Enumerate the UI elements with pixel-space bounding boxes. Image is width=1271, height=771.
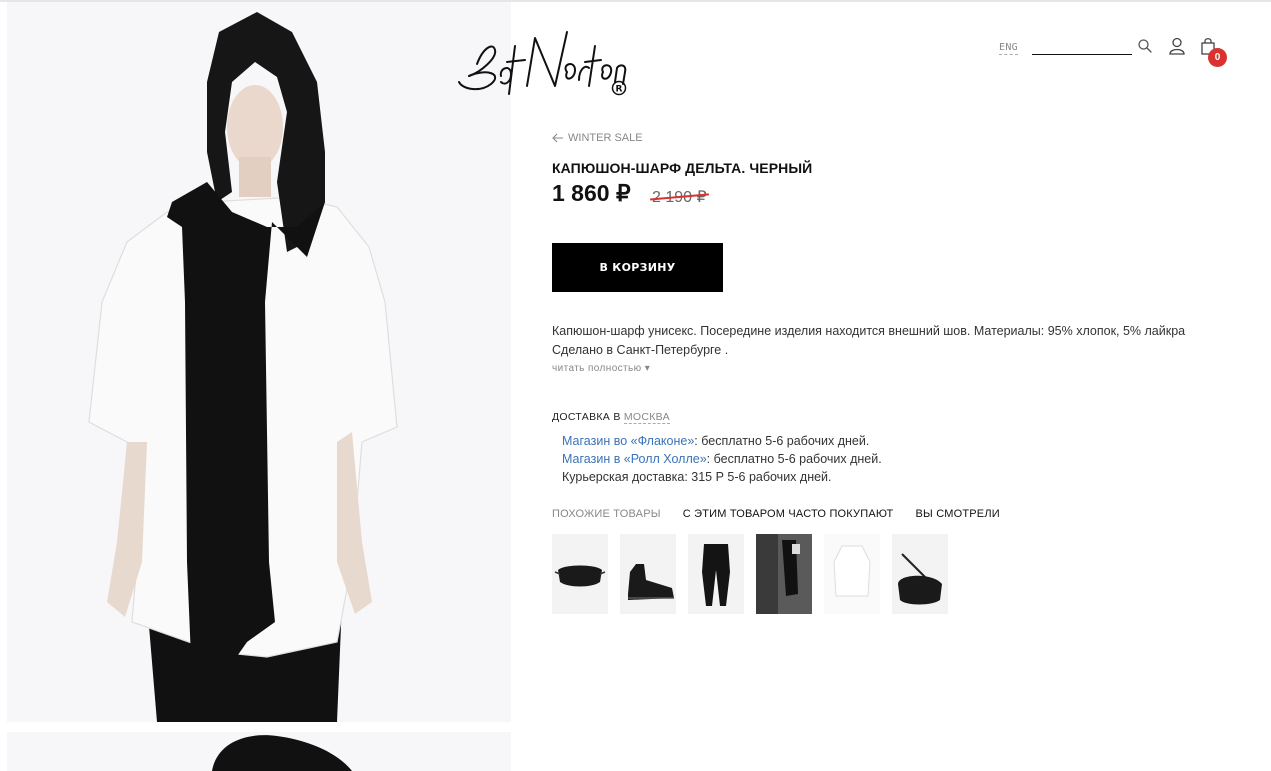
product-thumb-shirt[interactable] <box>824 534 880 614</box>
arrow-left-icon <box>552 133 563 143</box>
product-thumb-face-mask[interactable] <box>552 534 608 614</box>
product-thumb-arm-warmer[interactable] <box>756 534 812 614</box>
description-line: Капюшон-шарф унисекс. Посередине изделия… <box>552 324 1186 338</box>
delivery-terms: : бесплатно 5-6 рабочих дней. <box>694 434 870 448</box>
product-photo-next[interactable] <box>7 732 511 771</box>
language-switch[interactable]: ENG <box>999 41 1018 55</box>
delivery-heading: ДОСТАВКА В МОСКВА <box>552 411 670 424</box>
product-thumb-pants[interactable] <box>688 534 744 614</box>
brand-logo[interactable]: R <box>455 24 635 106</box>
add-to-cart-button[interactable]: В КОРЗИНУ <box>552 243 723 292</box>
breadcrumb-back-link[interactable]: WINTER SALE <box>552 132 643 144</box>
description-line: Сделано в Санкт-Петербурге . <box>552 343 729 357</box>
user-icon[interactable] <box>1168 37 1188 57</box>
product-thumb-sneakers[interactable] <box>620 534 676 614</box>
product-photo-main[interactable] <box>7 2 511 722</box>
read-more-link[interactable]: читать полностью ▾ <box>552 363 650 374</box>
delivery-city-selector[interactable]: МОСКВА <box>623 411 670 424</box>
tab-bought-together[interactable]: С ЭТИМ ТОВАРОМ ЧАСТО ПОКУПАЮТ <box>683 508 894 520</box>
svg-text:R: R <box>616 85 623 95</box>
delivery-option: Курьерская доставка: 315 Р 5-6 рабочих д… <box>562 468 882 486</box>
delivery-option: Магазин в «Ролл Холле»: бесплатно 5-6 ра… <box>562 450 882 468</box>
product-description: Капюшон-шарф унисекс. Посередине изделия… <box>552 322 1232 360</box>
delivery-terms: : бесплатно 5-6 рабочих дней. <box>706 452 882 466</box>
delivery-label: ДОСТАВКА В <box>552 411 621 423</box>
related-products-list <box>552 534 948 614</box>
product-thumb-bag[interactable] <box>892 534 948 614</box>
store-link[interactable]: Магазин во «Флаконе» <box>562 434 694 448</box>
cart-count-badge[interactable]: 0 <box>1208 48 1227 67</box>
tab-recently-viewed[interactable]: ВЫ СМОТРЕЛИ <box>915 508 999 520</box>
delivery-option: Магазин во «Флаконе»: бесплатно 5-6 рабо… <box>562 432 882 450</box>
search-icon[interactable] <box>1137 38 1157 58</box>
product-title: КАПЮШОН-ШАРФ ДЕЛЬТА. ЧЕРНЫЙ <box>552 160 813 176</box>
store-link[interactable]: Магазин в «Ролл Холле» <box>562 452 707 466</box>
related-products-tabs: ПОХОЖИЕ ТОВАРЫ С ЭТИМ ТОВАРОМ ЧАСТО ПОКУ… <box>552 508 1000 520</box>
delivery-terms: Курьерская доставка: 315 Р 5-6 рабочих д… <box>562 470 832 484</box>
product-gallery[interactable] <box>7 2 511 771</box>
breadcrumb-label: WINTER SALE <box>568 132 643 144</box>
tab-similar-products[interactable]: ПОХОЖИЕ ТОВАРЫ <box>552 508 661 520</box>
delivery-options: Магазин во «Флаконе»: бесплатно 5-6 рабо… <box>562 432 882 486</box>
search-input[interactable] <box>1032 54 1132 55</box>
gallery-gap <box>7 722 511 732</box>
product-old-price: 2 190 ₽ <box>652 189 707 206</box>
product-price: 1 860 ₽ <box>552 180 631 206</box>
